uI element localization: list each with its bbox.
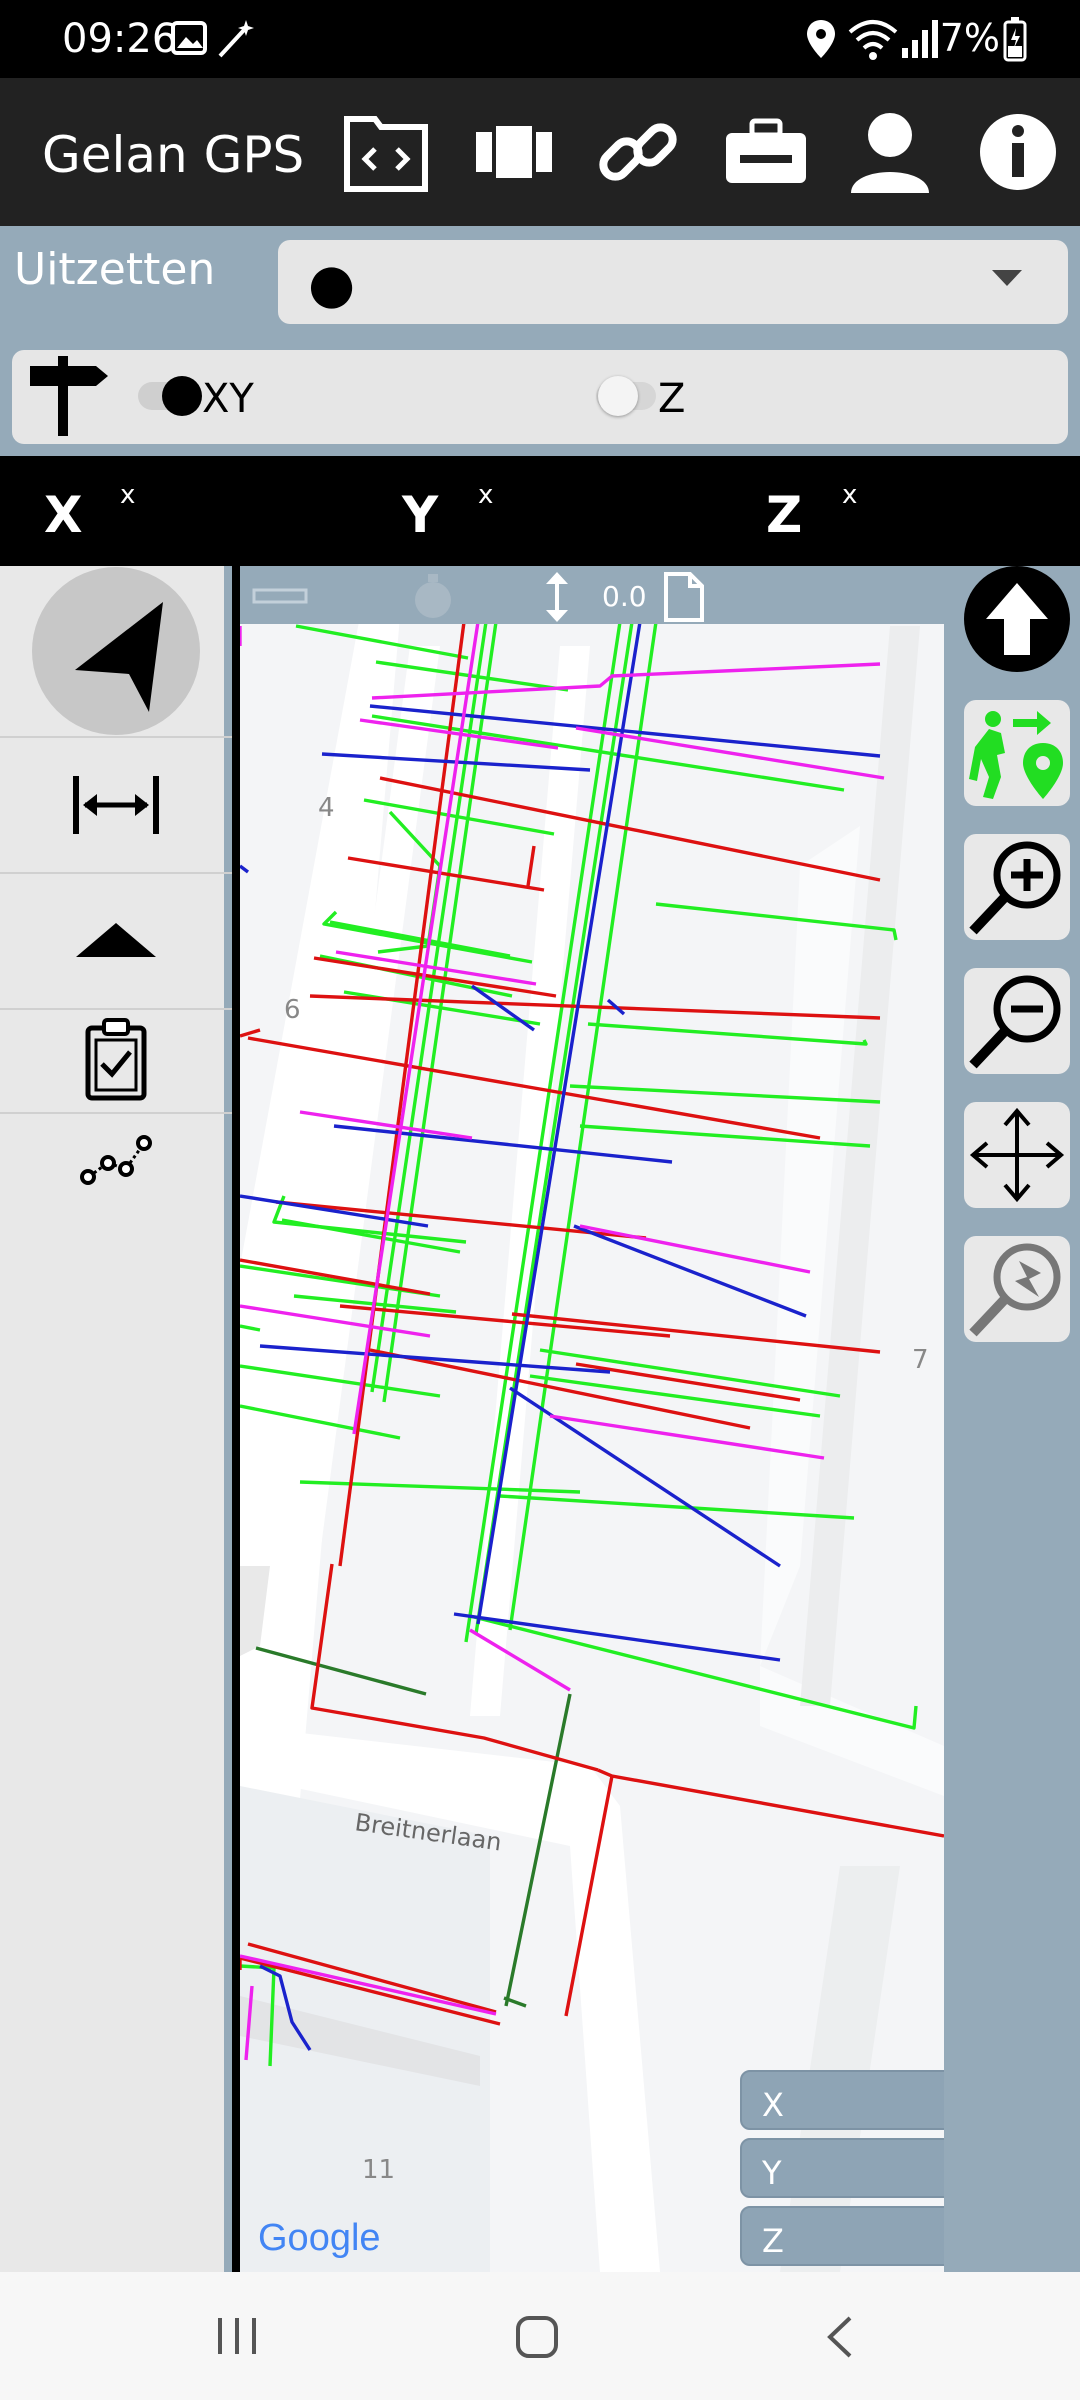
- point-select[interactable]: ●: [278, 240, 1068, 324]
- pan-icon: [969, 1107, 1065, 1203]
- status-time: 09:26: [62, 16, 178, 62]
- ruler-icon[interactable]: [250, 580, 310, 610]
- y-value: x: [478, 480, 494, 510]
- signpost-icon: [30, 356, 108, 436]
- layers-icon[interactable]: [466, 104, 562, 200]
- right-toolbar: [944, 566, 1080, 2272]
- z-value: x: [842, 480, 858, 510]
- house-number-4: 4: [318, 793, 335, 823]
- delta-y-box: Y Δ: [740, 2138, 944, 2198]
- xy-toggle[interactable]: [138, 374, 204, 416]
- zoom-in-button[interactable]: [964, 834, 1070, 940]
- link-icon[interactable]: [590, 104, 686, 200]
- chevron-down-icon: [992, 270, 1022, 286]
- gallery-icon: [171, 21, 207, 55]
- delta-y-label: Y: [762, 2154, 782, 2192]
- house-number-7: 7: [912, 1345, 929, 1375]
- collapse-button[interactable]: [0, 874, 232, 1008]
- code-folder-icon[interactable]: [338, 104, 434, 200]
- battery-percentage: 7%: [939, 16, 1000, 60]
- toolbox-icon[interactable]: [718, 104, 814, 200]
- stakeout-panel: Uitzetten ● XY Z: [0, 226, 1080, 456]
- flash-search-button[interactable]: [964, 1236, 1070, 1342]
- north-arrow-icon: [986, 583, 1048, 655]
- x-label: X: [44, 486, 83, 544]
- z-toggle-label: Z: [658, 376, 686, 422]
- walk-to-location-icon: [969, 711, 1063, 799]
- width-measure-icon: [73, 776, 159, 834]
- zoom-out-icon: [969, 975, 1061, 1069]
- utility-map: 4 6 7 11 Breitnerlaan: [240, 566, 944, 2272]
- house-number-11: 11: [362, 2155, 395, 2185]
- timer-icon[interactable]: [408, 572, 458, 622]
- delta-x-label: X: [762, 2086, 784, 2124]
- signal-icon: [902, 20, 938, 58]
- system-nav-bar: [0, 2272, 1080, 2400]
- location-icon: [807, 20, 835, 58]
- pan-button[interactable]: [964, 1102, 1070, 1208]
- toggle-card: XY Z: [12, 350, 1068, 444]
- point-select-value: ●: [308, 252, 356, 315]
- document-icon[interactable]: [660, 570, 708, 624]
- zoom-out-button[interactable]: [964, 968, 1070, 1074]
- info-icon[interactable]: [970, 104, 1066, 200]
- recent-apps-icon[interactable]: [214, 2316, 260, 2356]
- points-button[interactable]: [0, 1114, 232, 1204]
- zoom-in-icon: [969, 841, 1061, 935]
- delta-z-label: Z: [762, 2222, 784, 2260]
- z-toggle[interactable]: [596, 374, 662, 416]
- app-bar: Gelan GPS: [0, 78, 1080, 226]
- clipboard-check-icon: [85, 1018, 147, 1101]
- delta-x-box: X Δ: [740, 2070, 944, 2130]
- magic-wand-icon: [218, 20, 254, 58]
- z-label: Z: [766, 486, 803, 544]
- app-title: Gelan GPS: [42, 126, 305, 184]
- panel-label: Uitzetten: [14, 244, 216, 295]
- delta-z-box: Z Δ: [740, 2206, 944, 2266]
- map-view[interactable]: 4 6 7 11 Breitnerlaan 0.0 Google X Δ Y Δ: [240, 566, 944, 2272]
- chevron-up-icon: [76, 923, 156, 957]
- wifi-icon: [848, 20, 898, 60]
- vertical-arrows-icon: [546, 572, 568, 622]
- back-icon[interactable]: [822, 2314, 856, 2360]
- points-icon: [80, 1135, 152, 1185]
- walk-to-point-button[interactable]: [964, 700, 1070, 806]
- flash-search-icon: [969, 1243, 1061, 1337]
- compass-button[interactable]: [0, 566, 232, 736]
- measure-width-button[interactable]: [0, 738, 232, 872]
- height-value: 0.0: [602, 580, 647, 613]
- north-button[interactable]: [964, 566, 1070, 672]
- left-toolbar: [0, 566, 232, 2272]
- google-logo-text: Google: [258, 2217, 381, 2259]
- x-value: x: [120, 480, 136, 510]
- home-icon[interactable]: [514, 2314, 562, 2360]
- xy-toggle-label: XY: [202, 376, 254, 422]
- y-label: Y: [402, 486, 439, 544]
- battery-icon: [1003, 17, 1027, 62]
- status-bar: 09:26 7%: [0, 0, 1080, 78]
- clipboard-button[interactable]: [0, 1010, 232, 1110]
- user-icon[interactable]: [842, 104, 938, 200]
- house-number-6: 6: [284, 995, 301, 1025]
- compass-arrow-icon: [32, 567, 200, 735]
- map-top-strip: 0.0: [240, 566, 944, 624]
- google-logo: Google: [258, 2217, 381, 2259]
- coordinate-header: X x Y x Z x: [0, 456, 1080, 566]
